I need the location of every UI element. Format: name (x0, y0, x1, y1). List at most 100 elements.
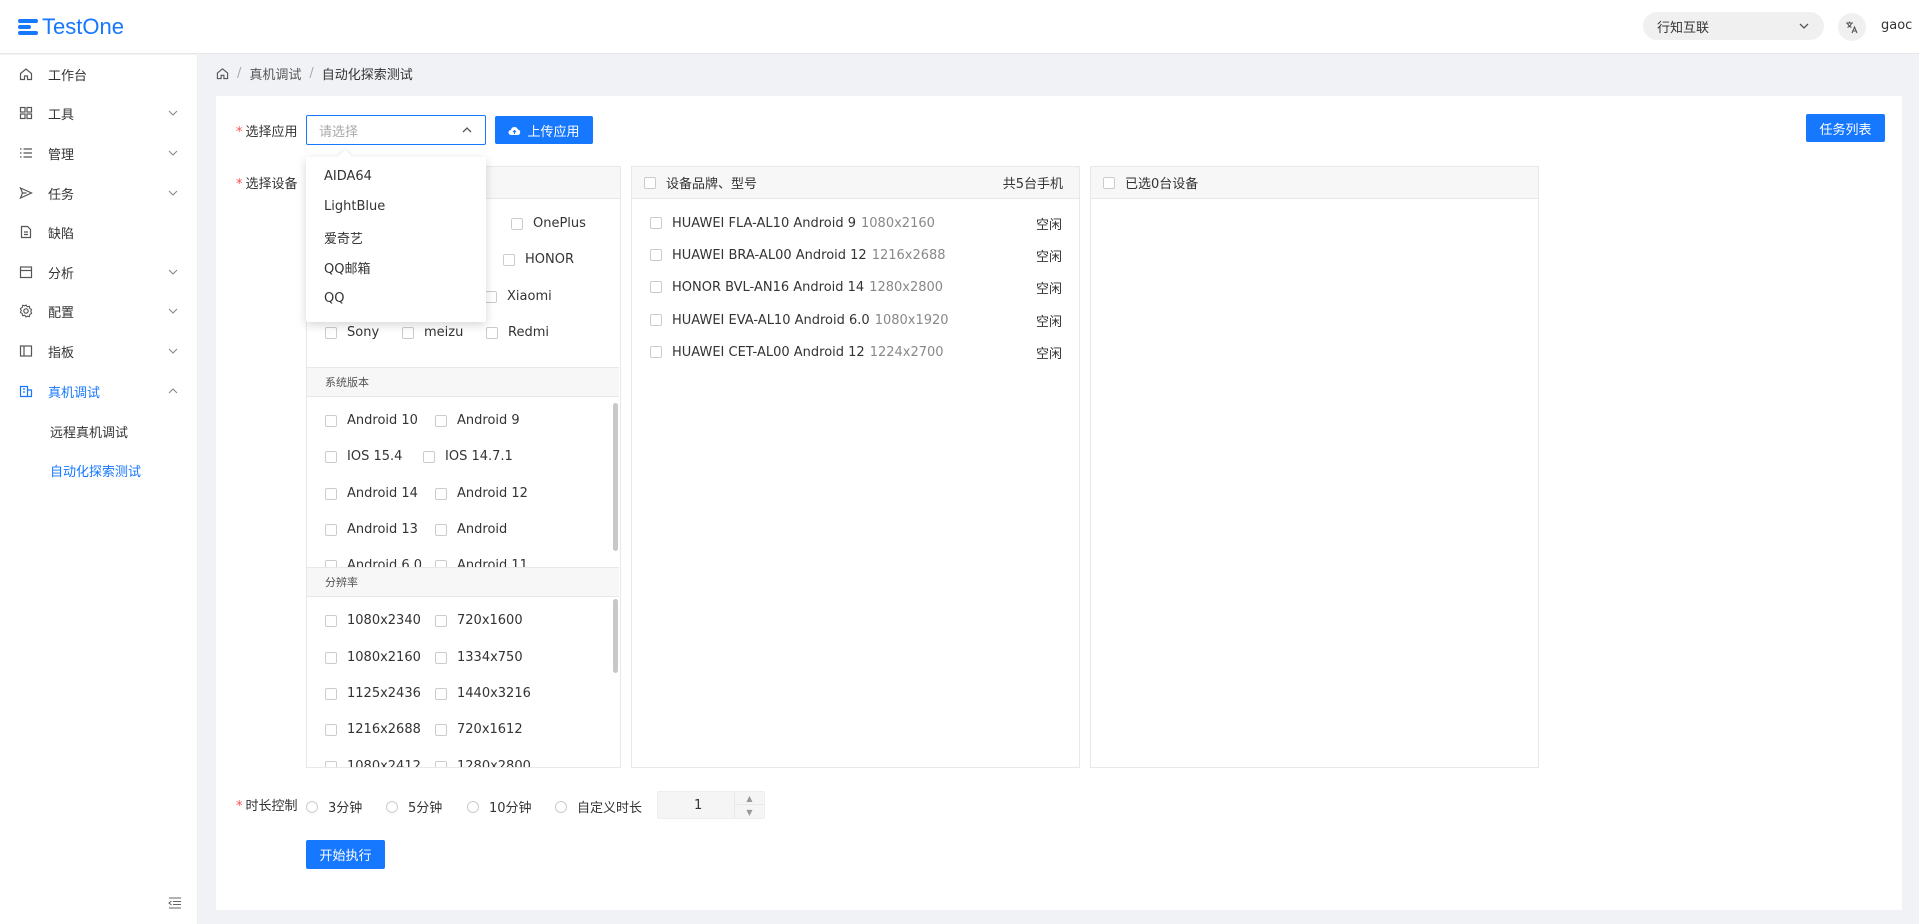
os-option[interactable]: Android 12 (435, 486, 528, 501)
checkbox[interactable] (435, 559, 447, 567)
resolution-option[interactable]: 1125x2436 (325, 686, 421, 701)
sidebar-item-tasks[interactable]: 任务 (0, 174, 198, 212)
os-option[interactable]: Android 10 (325, 413, 418, 428)
device-row[interactable]: HUAWEI EVA-AL10 Android 6.0 1080x1920 空闲 (650, 309, 1062, 331)
app-option[interactable]: LightBlue (306, 192, 486, 223)
custom-duration-input[interactable]: 1 ▲ ▼ (657, 791, 765, 819)
checkbox[interactable] (650, 249, 662, 261)
upload-app-button[interactable]: 上传应用 (495, 116, 593, 144)
sidebar-item-tools[interactable]: 工具 (0, 94, 198, 132)
checkbox[interactable] (650, 314, 662, 326)
resolution-option[interactable]: 720x1612 (435, 722, 523, 737)
os-option[interactable]: Android (435, 522, 507, 537)
sidebar-item-board[interactable]: 指板 (0, 332, 198, 370)
checkbox[interactable] (485, 290, 497, 303)
checkbox[interactable] (325, 414, 337, 427)
home-icon[interactable] (216, 67, 229, 80)
username[interactable]: gaoc (1881, 18, 1912, 33)
duration-option-10min[interactable]: 10分钟 (467, 797, 532, 816)
checkbox[interactable] (325, 614, 337, 627)
checkbox[interactable] (325, 487, 337, 500)
radio[interactable] (386, 800, 398, 813)
os-option[interactable]: IOS 14.7.1 (423, 449, 513, 464)
checkbox[interactable] (325, 687, 337, 700)
brand-option[interactable]: Xiaomi (485, 289, 552, 304)
resolution-option[interactable]: 1334x750 (435, 650, 523, 665)
radio[interactable] (306, 800, 318, 813)
checkbox[interactable] (325, 450, 337, 463)
app-option[interactable]: QQ邮箱 (306, 253, 486, 284)
os-option[interactable]: Android 13 (325, 522, 418, 537)
device-row[interactable]: HUAWEI FLA-AL10 Android 9 1080x2160 空闲 (650, 212, 1062, 234)
scrollbar[interactable] (613, 599, 618, 673)
checkbox[interactable] (435, 651, 447, 664)
breadcrumb-item[interactable]: 真机调试 (249, 64, 301, 83)
radio[interactable] (467, 800, 479, 813)
sidebar-item-workbench[interactable]: 工作台 (0, 55, 198, 93)
device-row[interactable]: HONOR BVL-AN16 Android 14 1280x2800 空闲 (650, 276, 1062, 298)
select-all-checkbox[interactable] (1103, 176, 1115, 189)
radio[interactable] (555, 800, 567, 813)
sidebar-item-analysis[interactable]: 分析 (0, 253, 198, 291)
brand-option[interactable]: meizu (402, 325, 463, 340)
os-option[interactable]: Android 9 (435, 413, 520, 428)
sidebar-subitem-remote-debug[interactable]: 远程真机调试 (50, 413, 128, 449)
checkbox[interactable] (435, 723, 447, 736)
translate-icon[interactable] (1838, 13, 1866, 41)
sidebar-item-manage[interactable]: 管理 (0, 134, 198, 172)
brand-option[interactable]: OnePlus (511, 216, 586, 231)
app-option[interactable]: QQ (306, 283, 486, 314)
duration-option-custom[interactable]: 自定义时长 (555, 797, 642, 816)
checkbox[interactable] (511, 217, 523, 230)
logo[interactable]: TestOne (18, 13, 124, 41)
checkbox[interactable] (325, 523, 337, 536)
resolution-option[interactable]: 1216x2688 (325, 722, 421, 737)
checkbox[interactable] (325, 326, 337, 339)
brand-option[interactable]: HONOR (503, 252, 574, 267)
device-row[interactable]: HUAWEI CET-AL00 Android 12 1224x2700 空闲 (650, 341, 1062, 363)
checkbox[interactable] (423, 450, 435, 463)
os-option[interactable]: Android 14 (325, 486, 418, 501)
duration-option-5min[interactable]: 5分钟 (386, 797, 442, 816)
resolution-option[interactable]: 1080x2160 (325, 650, 421, 665)
brand-option[interactable]: Sony (325, 325, 379, 340)
checkbox[interactable] (325, 760, 337, 767)
scrollbar[interactable] (613, 403, 618, 551)
resolution-option[interactable]: 1080x2412 (325, 759, 421, 767)
select-all-checkbox[interactable] (644, 176, 656, 189)
resolution-option[interactable]: 1280x2800 (435, 759, 531, 767)
device-row[interactable]: HUAWEI BRA-AL00 Android 12 1216x2688 空闲 (650, 244, 1062, 266)
os-option[interactable]: Android 6.0 (325, 558, 422, 567)
resolution-option[interactable]: 720x1600 (435, 613, 523, 628)
checkbox[interactable] (503, 253, 515, 266)
checkbox[interactable] (435, 523, 447, 536)
app-option[interactable]: AIDA64 (306, 161, 486, 192)
checkbox[interactable] (650, 346, 662, 358)
start-button[interactable]: 开始执行 (306, 840, 385, 869)
checkbox[interactable] (650, 217, 662, 229)
org-select[interactable]: 行知互联 (1643, 12, 1824, 40)
checkbox[interactable] (325, 723, 337, 736)
checkbox[interactable] (435, 687, 447, 700)
brand-option[interactable]: Redmi (486, 325, 549, 340)
resolution-option[interactable]: 1080x2340 (325, 613, 421, 628)
duration-option-3min[interactable]: 3分钟 (306, 797, 362, 816)
sidebar-item-device-debug[interactable]: 真机调试 (0, 372, 198, 410)
sidebar-subitem-auto-explore[interactable]: 自动化探索测试 (50, 452, 141, 488)
resolution-option[interactable]: 1440x3216 (435, 686, 531, 701)
increment-icon[interactable]: ▲ (734, 792, 764, 805)
checkbox[interactable] (435, 614, 447, 627)
checkbox[interactable] (435, 414, 447, 427)
checkbox[interactable] (402, 326, 414, 339)
os-option[interactable]: IOS 15.4 (325, 449, 402, 464)
checkbox[interactable] (325, 651, 337, 664)
decrement-icon[interactable]: ▼ (734, 806, 764, 819)
sidebar-item-config[interactable]: 配置 (0, 292, 198, 330)
checkbox[interactable] (435, 760, 447, 767)
os-option[interactable]: Android 11 (435, 558, 528, 567)
checkbox[interactable] (435, 487, 447, 500)
checkbox[interactable] (650, 281, 662, 293)
checkbox[interactable] (325, 559, 337, 567)
task-list-button[interactable]: 任务列表 (1806, 114, 1885, 142)
sidebar-item-defects[interactable]: 缺陷 (0, 213, 198, 251)
